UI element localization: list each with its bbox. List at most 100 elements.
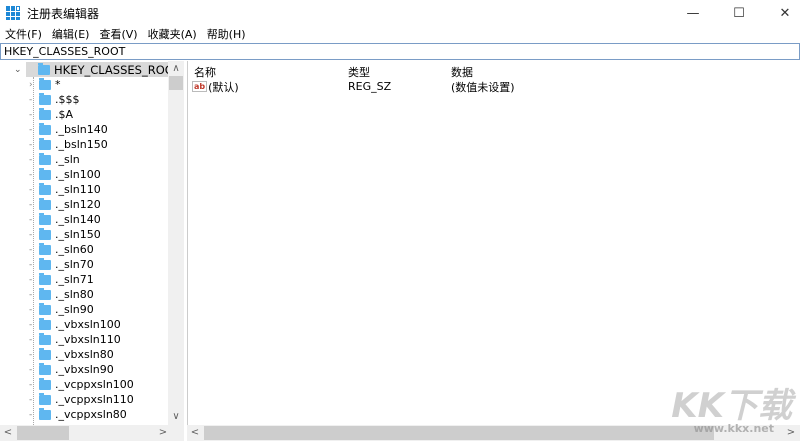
tree-item-label: ._bsln150 [55, 138, 108, 151]
scroll-left-icon[interactable]: < [0, 427, 16, 438]
scroll-left-icon[interactable]: < [187, 427, 203, 438]
folder-icon [39, 332, 51, 345]
tree-item-label: ._sln71 [55, 273, 94, 286]
tree-item[interactable]: - .$A [29, 107, 73, 122]
tree-item[interactable]: - ._sln80 [29, 287, 94, 302]
tree-item[interactable]: - ._sln100 [29, 167, 101, 182]
folder-icon [39, 92, 51, 105]
folder-icon [39, 392, 51, 405]
scroll-right-icon[interactable]: > [783, 427, 799, 438]
tree-connector: - [29, 184, 33, 195]
tree-item-label: ._sln110 [55, 183, 101, 196]
tree-item[interactable]: - ._sln70 [29, 257, 94, 272]
folder-icon [39, 212, 51, 225]
tree-root-label: HKEY_CLASSES_ROOT [54, 62, 181, 77]
column-header-type[interactable]: 类型 [348, 64, 370, 80]
string-value-icon: ab [192, 81, 208, 92]
tree-connector: - [29, 289, 33, 300]
tree-item[interactable]: - ._bsln150 [29, 137, 108, 152]
scroll-right-icon[interactable]: > [155, 427, 171, 438]
tree-connector: - [29, 409, 33, 420]
tree-item-label: ._sln90 [55, 303, 94, 316]
tree-horizontal-scrollbar[interactable]: < > [0, 425, 184, 441]
tree-item[interactable]: - ._bsln140 [29, 122, 108, 137]
value-type: REG_SZ [348, 80, 392, 93]
tree-item[interactable]: - ._vbxsln100 [29, 317, 121, 332]
tree-item-label: ._sln140 [55, 213, 101, 226]
menu-help[interactable]: 帮助(H) [202, 26, 251, 43]
folder-icon [39, 377, 51, 390]
tree-item-label: ._vcppxsln100 [55, 378, 134, 391]
tree-item-label: ._vbxsln80 [55, 348, 114, 361]
tree-connector: - [29, 124, 33, 135]
chevron-down-icon[interactable]: ⌄ [14, 65, 26, 75]
tree-item[interactable]: - ._sln [29, 152, 80, 167]
tree-item[interactable]: - ._sln140 [29, 212, 101, 227]
tree-item-label: * [55, 78, 61, 91]
tree-connector: - [29, 94, 33, 105]
chevron-right-icon[interactable]: › [29, 80, 39, 90]
menu-bar: 文件(F) 编辑(E) 查看(V) 收藏夹(A) 帮助(H) [0, 26, 251, 43]
folder-icon [39, 407, 51, 420]
tree-connector: - [29, 229, 33, 240]
tree-item[interactable]: - ._vbxsln110 [29, 332, 121, 347]
tree-item-label: ._vcppxsln110 [55, 393, 134, 406]
folder-icon [39, 197, 51, 210]
tree-item[interactable]: - ._sln120 [29, 197, 101, 212]
tree-item[interactable]: - ._vcppxsln80 [29, 407, 127, 422]
maximize-button[interactable]: ☐ [716, 0, 762, 26]
tree-item[interactable]: - ._sln110 [29, 182, 101, 197]
tree-item[interactable]: - ._sln60 [29, 242, 94, 257]
tree-connector: - [29, 274, 33, 285]
tree-connector: - [29, 199, 33, 210]
tree-item-label: ._vbxsln100 [55, 318, 121, 331]
scroll-thumb[interactable] [204, 426, 714, 440]
scroll-thumb[interactable] [17, 426, 69, 440]
tree-connector: - [29, 169, 33, 180]
menu-favorites[interactable]: 收藏夹(A) [143, 26, 202, 43]
address-bar[interactable]: HKEY_CLASSES_ROOT [0, 43, 800, 60]
tree-item[interactable]: - ._vcppxsln110 [29, 392, 134, 407]
folder-icon [39, 152, 51, 165]
folder-icon [39, 242, 51, 255]
tree-item[interactable]: - .$$$ [29, 92, 80, 107]
tree-item[interactable]: › * [29, 77, 61, 92]
minimize-button[interactable]: — [670, 0, 716, 26]
tree-connector: - [29, 214, 33, 225]
folder-icon [39, 302, 51, 315]
scroll-up-icon[interactable]: ∧ [168, 63, 184, 74]
tree-connector: - [29, 394, 33, 405]
tree-item[interactable]: - ._sln71 [29, 272, 94, 287]
tree-vertical-scrollbar[interactable]: ∧ ∨ [168, 61, 184, 425]
tree-root[interactable]: ⌄ HKEY_CLASSES_ROOT [14, 62, 183, 77]
tree-item[interactable]: - ._vbxsln90 [29, 362, 114, 377]
menu-file[interactable]: 文件(F) [0, 26, 47, 43]
scroll-thumb[interactable] [169, 76, 183, 90]
tree-connector: - [29, 349, 33, 360]
watermark-url: www.kkx.net [693, 422, 774, 435]
tree-item-label: ._sln150 [55, 228, 101, 241]
tree-connector: - [29, 244, 33, 255]
value-name: (默认) [208, 80, 239, 94]
watermark-logo: KK下载 [671, 386, 792, 426]
folder-icon [39, 317, 51, 330]
close-button[interactable]: ✕ [762, 0, 800, 26]
tree-item[interactable]: - ._vbxsln80 [29, 347, 114, 362]
value-data: (数值未设置) [451, 80, 515, 94]
tree-item[interactable]: - ._sln90 [29, 302, 94, 317]
tree-item-label: ._sln100 [55, 168, 101, 181]
scroll-down-icon[interactable]: ∨ [168, 411, 184, 422]
menu-edit[interactable]: 编辑(E) [47, 26, 95, 43]
tree-item-label: ._sln80 [55, 288, 94, 301]
tree-connector: - [29, 304, 33, 315]
tree-pane: ⌄ HKEY_CLASSES_ROOT › * - .$$$ - .$A - ._bsln14… [0, 61, 184, 425]
tree-item[interactable]: - ._sln150 [29, 227, 101, 242]
menu-view[interactable]: 查看(V) [94, 26, 142, 43]
folder-icon [39, 257, 51, 270]
folder-icon [39, 362, 51, 375]
tree-connector: - [29, 259, 33, 270]
tree-item[interactable]: - ._vcppxsln100 [29, 377, 134, 392]
folder-icon [39, 107, 51, 120]
tree-connector: - [29, 379, 33, 390]
value-row[interactable]: ab (默认) REG_SZ (数值未设置) [192, 79, 792, 94]
